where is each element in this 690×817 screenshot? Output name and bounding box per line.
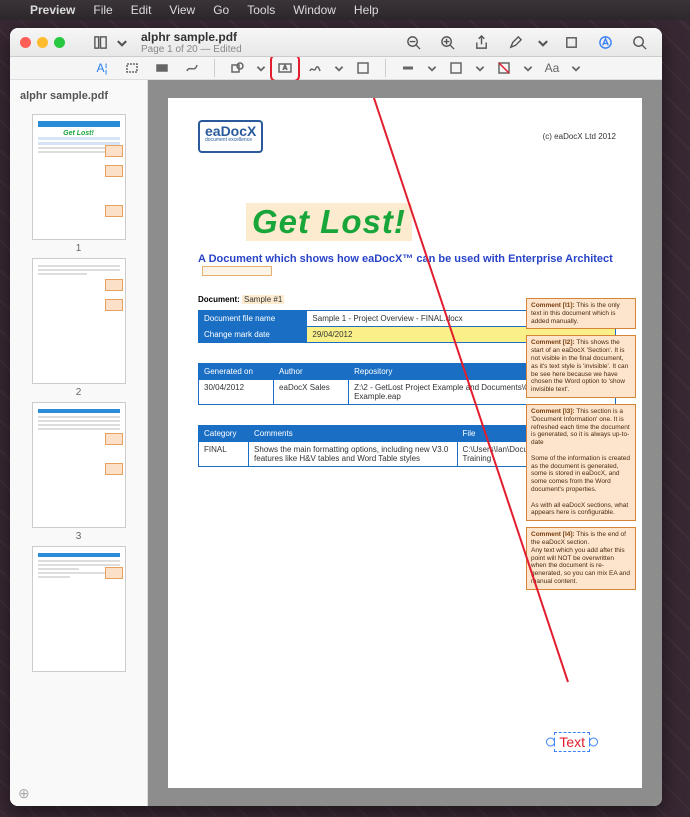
view-mode-button[interactable]	[87, 30, 113, 54]
sign-chevron[interactable]	[333, 57, 345, 79]
highlight-button[interactable]	[502, 30, 528, 54]
copyright: (c) eaDocX Ltd 2012	[543, 132, 616, 141]
stroke-tool[interactable]	[396, 57, 420, 79]
menu-file[interactable]: File	[93, 3, 112, 17]
note-tool[interactable]	[351, 57, 375, 79]
sidebar-title: alphr sample.pdf	[10, 86, 147, 110]
comment-4: Comment [I4]: This is the end of the eaD…	[526, 527, 636, 590]
thumbnail-2[interactable]: 2	[10, 258, 147, 398]
rect-selection-tool[interactable]	[120, 57, 144, 79]
preview-window: alphr sample.pdf Page 1 of 20 — Edited A…	[10, 28, 662, 806]
doc-subtitle: A Document which shows how eaDocX™ can b…	[198, 253, 616, 277]
logo: eaDocXdocument excellence	[198, 120, 263, 153]
text-tool[interactable]	[273, 57, 297, 79]
document-title: alphr sample.pdf	[141, 30, 242, 44]
border-chevron[interactable]	[474, 57, 486, 79]
search-button[interactable]	[626, 30, 652, 54]
thumbnail-4[interactable]	[10, 546, 147, 672]
window-controls	[20, 37, 65, 48]
text-annotation[interactable]: Text	[554, 732, 590, 752]
app-menu[interactable]: Preview	[30, 3, 75, 17]
macos-menubar: Preview File Edit View Go Tools Window H…	[0, 0, 690, 20]
menu-go[interactable]: Go	[213, 3, 229, 17]
comment-3: Comment [I3]: This section is a 'Documen…	[526, 404, 636, 521]
menu-window[interactable]: Window	[293, 3, 336, 17]
comment-1: Comment [I1]: This is the only text in t…	[526, 298, 636, 329]
document-page: eaDocXdocument excellence (c) eaDocX Ltd…	[168, 98, 642, 788]
minimize-button[interactable]	[37, 37, 48, 48]
stroke-chevron[interactable]	[426, 57, 438, 79]
zoom-out-button[interactable]	[400, 30, 426, 54]
fill-chevron[interactable]	[522, 57, 534, 79]
thumbnail-1[interactable]: Get Lost! 1	[10, 114, 147, 254]
add-page-button[interactable]: ⊕	[18, 785, 30, 802]
fill-color-tool[interactable]	[492, 57, 516, 79]
menu-view[interactable]: View	[169, 3, 195, 17]
redact-tool[interactable]	[150, 57, 174, 79]
text-style-tool[interactable]: Aa	[540, 57, 564, 79]
text-selection-tool[interactable]: A¦	[90, 57, 114, 79]
comments-column: Comment [I1]: This is the only text in t…	[526, 298, 636, 590]
doc-title: Get Lost!	[246, 203, 412, 241]
fullscreen-button[interactable]	[54, 37, 65, 48]
markup-toolbar: A¦ Aa	[10, 57, 662, 80]
document-canvas[interactable]: eaDocXdocument excellence (c) eaDocX Ltd…	[148, 80, 662, 806]
menu-edit[interactable]: Edit	[131, 3, 152, 17]
thumbnail-sidebar: alphr sample.pdf Get Lost! 1 2 3 ⊕	[10, 80, 148, 806]
sign-tool[interactable]	[303, 57, 327, 79]
comment-2: Comment [I2]: This shows the start of an…	[526, 335, 636, 398]
share-button[interactable]	[468, 30, 494, 54]
menu-help[interactable]: Help	[354, 3, 379, 17]
menu-tools[interactable]: Tools	[247, 3, 275, 17]
thumbnail-3[interactable]: 3	[10, 402, 147, 542]
rotate-button[interactable]	[558, 30, 584, 54]
close-button[interactable]	[20, 37, 31, 48]
highlight-chevron[interactable]	[536, 30, 550, 54]
text-style-chevron[interactable]	[570, 57, 582, 79]
view-mode-chevron[interactable]	[115, 30, 129, 54]
sketch-tool[interactable]	[180, 57, 204, 79]
markup-button[interactable]	[592, 30, 618, 54]
zoom-in-button[interactable]	[434, 30, 460, 54]
border-color-tool[interactable]	[444, 57, 468, 79]
shapes-tool[interactable]	[225, 57, 249, 79]
title-stack: alphr sample.pdf Page 1 of 20 — Edited	[141, 30, 242, 55]
shapes-chevron[interactable]	[255, 57, 267, 79]
titlebar: alphr sample.pdf Page 1 of 20 — Edited	[10, 28, 662, 57]
document-subtitle: Page 1 of 20 — Edited	[141, 44, 242, 55]
